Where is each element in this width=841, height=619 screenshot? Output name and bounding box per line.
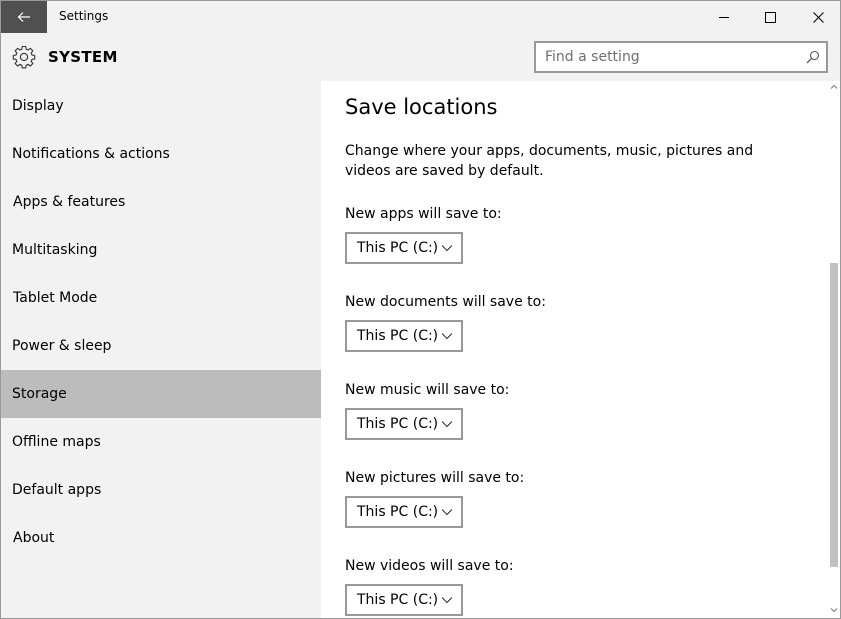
scroll-up-arrow-icon[interactable] bbox=[830, 83, 838, 91]
sidebar-item-notifications[interactable]: Notifications & actions bbox=[1, 130, 321, 178]
chevron-down-icon bbox=[441, 421, 453, 428]
chevron-down-icon bbox=[441, 333, 453, 340]
sidebar-item-label: Offline maps bbox=[12, 434, 101, 450]
sidebar-item-apps-features[interactable]: Apps & features bbox=[1, 178, 321, 226]
sidebar-item-storage[interactable]: Storage bbox=[1, 370, 321, 418]
section-title: SYSTEM bbox=[48, 48, 118, 66]
documents-save-dropdown[interactable]: This PC (C:) bbox=[345, 320, 463, 352]
documents-save-label: New documents will save to: bbox=[345, 294, 546, 310]
search-input[interactable] bbox=[536, 43, 798, 71]
sidebar-item-label: Default apps bbox=[12, 482, 102, 498]
dropdown-value: This PC (C:) bbox=[357, 592, 439, 608]
music-save-dropdown[interactable]: This PC (C:) bbox=[345, 408, 463, 440]
sidebar-item-label: About bbox=[13, 530, 55, 546]
pictures-save-dropdown[interactable]: This PC (C:) bbox=[345, 496, 463, 528]
minimize-button[interactable] bbox=[701, 1, 747, 33]
scrollbar-thumb[interactable] bbox=[830, 263, 838, 567]
sidebar-item-display[interactable]: Display bbox=[1, 82, 321, 130]
dropdown-value: This PC (C:) bbox=[357, 416, 439, 432]
dropdown-value: This PC (C:) bbox=[357, 328, 439, 344]
sidebar-item-label: Storage bbox=[12, 386, 67, 402]
sidebar-item-multitasking[interactable]: Multitasking bbox=[1, 226, 321, 274]
apps-save-label: New apps will save to: bbox=[345, 206, 502, 222]
sidebar-item-label: Apps & features bbox=[13, 194, 126, 210]
dropdown-value: This PC (C:) bbox=[357, 504, 439, 520]
content-pane: Save locations Change where your apps, d… bbox=[321, 81, 827, 618]
videos-save-dropdown[interactable]: This PC (C:) bbox=[345, 584, 463, 616]
settings-header: SYSTEM bbox=[1, 33, 840, 81]
sidebar: Display Notifications & actions Apps & f… bbox=[1, 81, 321, 618]
scroll-down-arrow-icon[interactable] bbox=[830, 606, 838, 614]
sidebar-item-power-sleep[interactable]: Power & sleep bbox=[1, 322, 321, 370]
sidebar-item-label: Multitasking bbox=[12, 242, 98, 258]
search-box[interactable] bbox=[534, 41, 828, 73]
title-bar: Settings bbox=[1, 1, 840, 33]
sidebar-item-about[interactable]: About bbox=[1, 514, 321, 562]
gear-icon bbox=[12, 45, 36, 69]
videos-save-label: New videos will save to: bbox=[345, 558, 514, 574]
chevron-down-icon bbox=[441, 597, 453, 604]
close-icon bbox=[812, 11, 824, 23]
sidebar-item-label: Tablet Mode bbox=[13, 290, 98, 306]
vertical-scrollbar[interactable] bbox=[828, 81, 840, 618]
maximize-icon bbox=[764, 11, 776, 23]
page-description: Change where your apps, documents, music… bbox=[345, 143, 754, 179]
music-save-label: New music will save to: bbox=[345, 382, 510, 398]
dropdown-value: This PC (C:) bbox=[357, 240, 439, 256]
apps-save-dropdown[interactable]: This PC (C:) bbox=[345, 232, 463, 264]
sidebar-item-offline-maps[interactable]: Offline maps bbox=[1, 418, 321, 466]
window-title: Settings bbox=[59, 9, 109, 23]
maximize-button[interactable] bbox=[747, 1, 793, 33]
sidebar-item-label: Notifications & actions bbox=[12, 146, 170, 162]
back-button[interactable] bbox=[1, 1, 47, 33]
sidebar-item-label: Power & sleep bbox=[12, 338, 112, 354]
close-button[interactable] bbox=[795, 1, 840, 33]
pictures-save-label: New pictures will save to: bbox=[345, 470, 525, 486]
chevron-down-icon bbox=[441, 509, 453, 516]
sidebar-item-default-apps[interactable]: Default apps bbox=[1, 466, 321, 514]
sidebar-item-tablet-mode[interactable]: Tablet Mode bbox=[1, 274, 321, 322]
chevron-down-icon bbox=[441, 245, 453, 252]
page-title: Save locations bbox=[345, 95, 498, 119]
settings-window: Settings SYSTEM Find a setting Display N… bbox=[0, 0, 841, 619]
search-icon[interactable] bbox=[806, 50, 820, 64]
arrow-left-icon bbox=[17, 12, 30, 22]
sidebar-item-label: Display bbox=[12, 98, 64, 114]
minimize-icon bbox=[718, 16, 729, 18]
